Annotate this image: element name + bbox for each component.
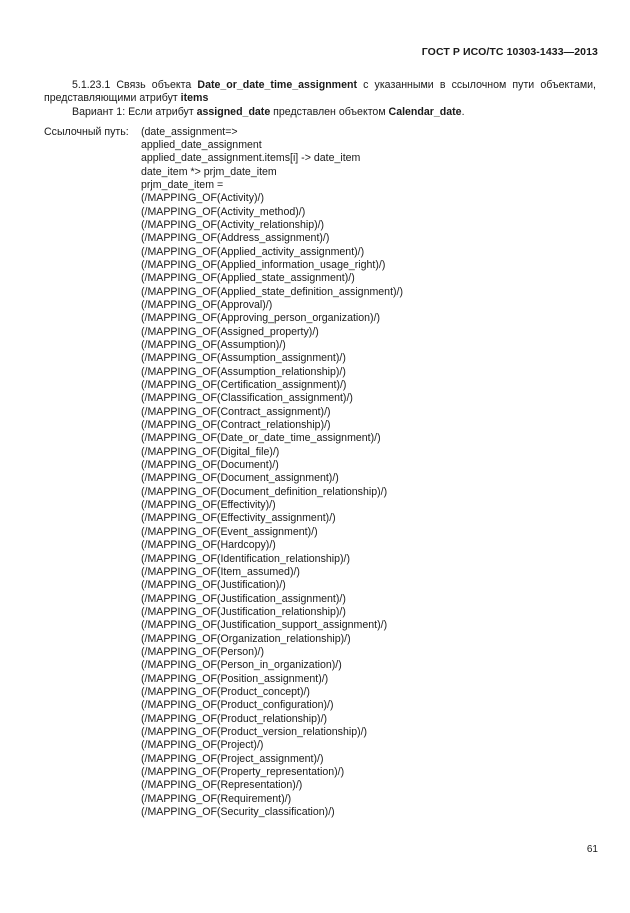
reference-path-block: Ссылочный путь: (date_assignment=> applie…	[44, 126, 604, 820]
reference-path-line: (/MAPPING_OF(Hardcopy)/)	[141, 539, 276, 552]
reference-path-line: (/MAPPING_OF(Position_assignment)/)	[141, 672, 329, 685]
reference-path-line: (/MAPPING_OF(Applied_activity_assignment…	[141, 245, 365, 258]
reference-path-line: (/MAPPING_OF(Security_classification)/)	[141, 806, 335, 819]
reference-path-line: (/MAPPING_OF(Project_assignment)/)	[141, 752, 324, 765]
reference-path-line: (/MAPPING_OF(Activity_relationship)/)	[141, 218, 325, 231]
reference-path-line: (/MAPPING_OF(Approving_person_organizati…	[141, 312, 381, 325]
reference-path-line: (/MAPPING_OF(Assumption)/)	[141, 339, 286, 351]
reference-path-line: (/MAPPING_OF(Address_assignment)/)	[141, 232, 330, 245]
reference-path-line: (/MAPPING_OF(Item_assumed)/)	[141, 565, 300, 578]
reference-path-line: prjm_date_item =	[141, 178, 224, 191]
reference-path-line: (/MAPPING_OF(Justification_relationship)…	[141, 605, 346, 618]
reference-path-line: (/MAPPING_OF(Product_version_relationshi…	[141, 725, 368, 738]
reference-path-line-list: (date_assignment=> applied_date_assignmen…	[141, 126, 604, 820]
reference-path-line: (/MAPPING_OF(Document_assignment)/)	[141, 472, 339, 485]
clause-body: 5.1.23.1 Связь объекта Date_or_date_time…	[44, 79, 596, 119]
reference-path-line: (/MAPPING_OF(Document)/)	[141, 459, 279, 472]
reference-path-line: (/MAPPING_OF(Effectivity)/)	[141, 499, 276, 512]
clause-paragraph-1-text-1: 5.1.23.1 Связь объекта	[72, 79, 198, 91]
clause-paragraph-2-text-1: Вариант 1: Если атрибут	[72, 105, 197, 118]
clause-paragraph-2: Вариант 1: Если атрибут assigned_date пр…	[44, 106, 596, 119]
reference-path-line: date_item *> prjm_date_item	[141, 165, 277, 178]
clause-paragraph-2-text-2: представлен объектом	[270, 105, 389, 118]
reference-path-line: (/MAPPING_OF(Person_in_organization)/)	[141, 659, 342, 672]
reference-path-line: applied_date_assignment.items[i] -> date…	[141, 152, 361, 165]
document-page: ГОСТ Р ИСО/ТС 10303-1433—2013 5.1.23.1 С…	[0, 0, 630, 913]
reference-path-line: (/MAPPING_OF(Effectivity_assignment)/)	[141, 512, 336, 525]
reference-path-line: (/MAPPING_OF(Document_definition_relatio…	[141, 485, 388, 498]
reference-path-line: (/MAPPING_OF(Applied_information_usage_r…	[141, 258, 386, 271]
reference-path-line: (/MAPPING_OF(Date_or_date_time_assignmen…	[141, 432, 381, 445]
attribute-name-items: items	[180, 92, 209, 105]
reference-path-line: (/MAPPING_OF(Digital_file)/)	[141, 445, 280, 458]
clause-paragraph-2-text-3: .	[461, 105, 465, 118]
reference-path-line: (/MAPPING_OF(Assigned_property)/)	[141, 325, 319, 338]
reference-path-line: (/MAPPING_OF(Contract_assignment)/)	[141, 405, 331, 418]
reference-path-line: (/MAPPING_OF(Justification_assignment)/)	[141, 592, 346, 605]
reference-path-line: (/MAPPING_OF(Assumption_relationship)/)	[141, 365, 346, 378]
clause-paragraph-1: 5.1.23.1 Связь объекта Date_or_date_time…	[44, 79, 596, 106]
reference-path-line: (/MAPPING_OF(Person)/)	[141, 645, 265, 658]
reference-path-line: (/MAPPING_OF(Justification)/)	[141, 579, 286, 592]
reference-path-line: (/MAPPING_OF(Identification_relationship…	[141, 552, 351, 565]
reference-path-line: (/MAPPING_OF(Activity_method)/)	[141, 205, 306, 218]
reference-path-line: (/MAPPING_OF(Activity)/)	[141, 192, 265, 205]
running-header-standard-title: ГОСТ Р ИСО/ТС 10303-1433—2013	[421, 46, 598, 58]
reference-path-line: (/MAPPING_OF(Event_assignment)/)	[141, 525, 318, 538]
reference-path-line: applied_date_assignment	[141, 138, 262, 151]
page-number: 61	[586, 844, 598, 855]
reference-path-line: (/MAPPING_OF(Project)/)	[141, 739, 264, 752]
reference-path-line: (/MAPPING_OF(Contract_relationship)/)	[141, 419, 331, 432]
reference-path-line: (/MAPPING_OF(Requirement)/)	[141, 792, 292, 805]
reference-path-line: (/MAPPING_OF(Product_relationship)/)	[141, 712, 328, 725]
reference-path-label: Ссылочный путь:	[44, 125, 129, 138]
reference-path-line: (/MAPPING_OF(Product_configuration)/)	[141, 699, 334, 712]
reference-path-line: (/MAPPING_OF(Assumption_assignment)/)	[141, 352, 346, 365]
reference-path-line: (/MAPPING_OF(Organization_relationship)/…	[141, 632, 351, 645]
reference-path-line: (/MAPPING_OF(Product_concept)/)	[141, 685, 310, 698]
entity-name-calendar-date: Calendar_date	[388, 105, 462, 118]
entity-name-date-or-date-time-assignment: Date_or_date_time_assignment	[197, 79, 357, 91]
reference-path-line: (/MAPPING_OF(Property_representation)/)	[141, 766, 345, 778]
reference-path-line: (/MAPPING_OF(Classification_assignment)/…	[141, 392, 353, 405]
reference-path-line: (/MAPPING_OF(Approval)/)	[141, 298, 273, 311]
reference-path-line: (/MAPPING_OF(Applied_state_definition_as…	[141, 285, 404, 298]
reference-path-line: (/MAPPING_OF(Representation)/)	[141, 779, 303, 792]
reference-path-line: (date_assignment=>	[141, 125, 238, 138]
reference-path-line: (/MAPPING_OF(Justification_support_assig…	[141, 619, 388, 632]
reference-path-line: (/MAPPING_OF(Certification_assignment)/)	[141, 379, 347, 392]
attribute-name-assigned-date: assigned_date	[196, 105, 271, 118]
reference-path-line: (/MAPPING_OF(Applied_state_assignment)/)	[141, 272, 355, 285]
